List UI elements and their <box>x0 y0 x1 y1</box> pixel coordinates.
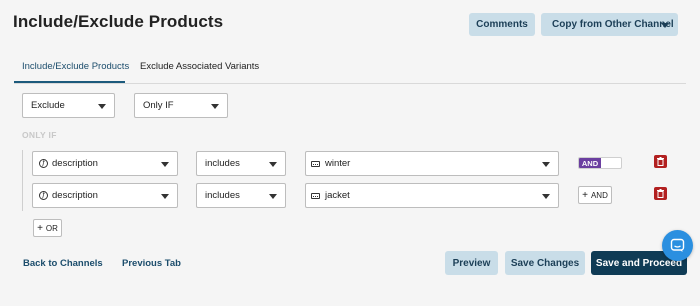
chevron-down-icon <box>161 161 169 167</box>
back-to-channels-link[interactable]: Back to Channels <box>23 258 103 269</box>
function-icon: f <box>39 191 48 200</box>
trash-icon <box>657 189 664 198</box>
rule-value-text: winter <box>325 158 351 169</box>
keyboard-icon <box>311 192 320 199</box>
rule-value-select[interactable]: winter <box>305 151 559 176</box>
chat-icon <box>670 238 685 252</box>
copy-from-channel-button[interactable]: Copy from Other Channel <box>541 13 678 36</box>
chevron-down-icon <box>542 161 550 167</box>
plus-icon: + <box>37 222 43 234</box>
rule-field-value: description <box>52 158 98 169</box>
keyboard-icon <box>311 160 320 167</box>
tabs-divider <box>14 83 686 84</box>
rule-operator-value: includes <box>205 190 240 201</box>
delete-rule-button[interactable] <box>654 187 667 200</box>
chat-button[interactable] <box>662 230 693 261</box>
chevron-down-icon <box>269 193 277 199</box>
add-and-button[interactable]: + AND <box>578 186 612 204</box>
add-and-label: AND <box>590 190 608 200</box>
tab-label: Include/Exclude Products <box>22 61 130 72</box>
chevron-down-icon <box>269 161 277 167</box>
chevron-down-icon <box>211 103 219 109</box>
chevron-down-icon <box>98 103 106 109</box>
condition-select[interactable]: Only IF <box>134 93 228 118</box>
tab-include-exclude-products[interactable]: Include/Exclude Products <box>22 61 129 72</box>
add-or-label: OR <box>45 223 58 233</box>
chevron-down-icon <box>161 193 169 199</box>
rule-value-text: jacket <box>325 190 350 201</box>
page-title: Include/Exclude Products <box>13 12 224 31</box>
rule-field-select[interactable]: f description <box>32 183 178 208</box>
copy-from-channel-label: Copy from Other Channel <box>552 19 674 30</box>
toggle-and-label: AND <box>579 158 601 168</box>
function-icon: f <box>39 159 48 168</box>
comments-button[interactable]: Comments <box>469 13 535 36</box>
rule-field-select[interactable]: f description <box>32 151 178 176</box>
plus-icon: + <box>582 189 588 201</box>
add-or-button[interactable]: + OR <box>33 219 62 237</box>
comments-button-label: Comments <box>476 19 528 30</box>
include-exclude-value: Exclude <box>31 100 65 111</box>
chevron-down-icon <box>661 23 669 28</box>
trash-icon <box>657 157 664 166</box>
rule-value-select[interactable]: jacket <box>305 183 559 208</box>
and-or-toggle[interactable]: AND <box>578 157 622 169</box>
rule-field-value: description <box>52 190 98 201</box>
rule-group-bracket <box>22 150 23 211</box>
chevron-down-icon <box>542 193 550 199</box>
condition-value: Only IF <box>143 100 174 111</box>
tab-exclude-associated-variants[interactable]: Exclude Associated Variants <box>140 61 259 72</box>
section-label: ONLY IF <box>22 130 57 140</box>
save-changes-button[interactable]: Save Changes <box>505 251 585 275</box>
include-exclude-select[interactable]: Exclude <box>22 93 115 118</box>
rule-operator-select[interactable]: includes <box>196 151 286 176</box>
delete-rule-button[interactable] <box>654 155 667 168</box>
rule-operator-value: includes <box>205 158 240 169</box>
previous-tab-link[interactable]: Previous Tab <box>122 258 181 269</box>
rule-operator-select[interactable]: includes <box>196 183 286 208</box>
preview-button[interactable]: Preview <box>445 251 498 275</box>
tab-label: Exclude Associated Variants <box>140 61 260 72</box>
preview-label: Preview <box>452 257 491 269</box>
save-changes-label: Save Changes <box>510 257 580 269</box>
